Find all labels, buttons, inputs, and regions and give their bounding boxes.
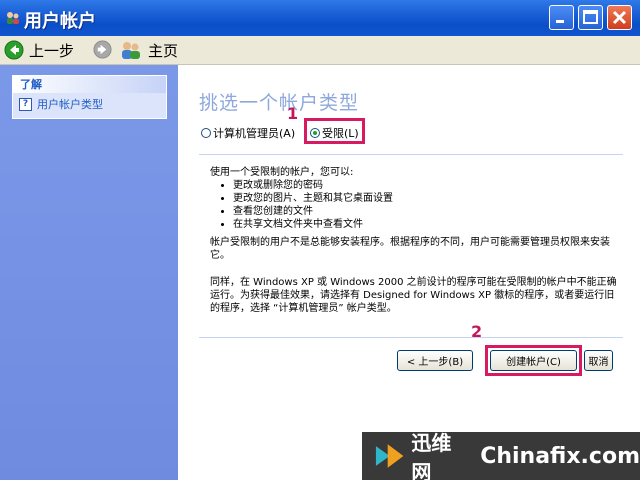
maximize-icon <box>583 10 598 24</box>
toolbar: 上一步 主页 <box>0 36 640 65</box>
home-button[interactable]: 主页 <box>120 39 178 61</box>
step-2-marker: 2 <box>471 322 483 341</box>
divider <box>199 337 623 338</box>
main-panel: 挑选一个帐户类型 1 计算机管理员(A) 受限(L) 使用一个受限制的帐户，您可… <box>179 65 640 480</box>
list-item: 查看您创建的文件 <box>233 205 393 218</box>
sidebar-item-label: 用户帐户类型 <box>37 98 103 111</box>
back-arrow-icon <box>4 40 24 60</box>
minimize-button[interactable] <box>549 5 574 30</box>
highlight-limited-option <box>304 118 365 144</box>
page-title: 挑选一个帐户类型 <box>199 92 360 114</box>
back-label: 上一步 <box>29 41 75 60</box>
learn-panel: 了解 ? 用户帐户类型 <box>12 75 167 119</box>
list-item: 更改或删除您的密码 <box>233 179 393 192</box>
step-1-marker: 1 <box>287 104 299 123</box>
capability-list: 更改或删除您的密码 更改您的图片、主题和其它桌面设置 查看您创建的文件 在共享文… <box>210 179 393 231</box>
close-icon <box>612 10 627 25</box>
list-item: 更改您的图片、主题和其它桌面设置 <box>233 192 393 205</box>
users-icon <box>122 42 140 59</box>
install-note: 帐户受限制的用户不是总能够安装程序。根据程序的不同，用户可能需要管理员权限来安装… <box>210 237 610 261</box>
intro-text: 使用一个受限制的帐户，您可以: <box>210 167 354 178</box>
help-icon: ? <box>19 97 32 111</box>
sidebar-item-account-types[interactable]: ? 用户帐户类型 <box>13 93 166 115</box>
maximize-button[interactable] <box>578 5 603 30</box>
cancel-button[interactable]: 取消 <box>584 350 613 371</box>
home-label: 主页 <box>148 41 179 60</box>
chinafix-logo-icon <box>375 444 404 468</box>
minimize-icon <box>556 20 564 23</box>
watermark-site: Chinafix.com <box>480 443 640 469</box>
watermark-brand: 迅维网 <box>411 431 452 484</box>
title-bar: 用户帐户 <box>0 0 640 36</box>
radio-administrator-label: 计算机管理员(A) <box>213 127 296 140</box>
list-item: 在共享文档文件夹中查看文件 <box>233 218 393 231</box>
highlight-create-button <box>485 345 582 376</box>
learn-panel-title: 了解 <box>13 76 166 93</box>
divider <box>199 154 623 155</box>
compatibility-note: 同样，在 Windows XP 或 Windows 2000 之前设计的程序可能… <box>210 277 617 314</box>
previous-button[interactable]: < 上一步(B) <box>397 350 473 371</box>
sidebar: 了解 ? 用户帐户类型 <box>0 65 178 480</box>
radio-administrator-control[interactable] <box>201 128 211 138</box>
window-title: 用户帐户 <box>24 11 96 32</box>
radio-administrator[interactable]: 计算机管理员(A) <box>201 125 295 141</box>
close-button[interactable] <box>607 5 632 30</box>
back-button[interactable]: 上一步 <box>4 39 74 61</box>
forward-arrow-icon[interactable] <box>93 40 112 59</box>
watermark: 迅维网 Chinafix.com <box>362 431 640 484</box>
user-accounts-icon <box>7 12 19 24</box>
